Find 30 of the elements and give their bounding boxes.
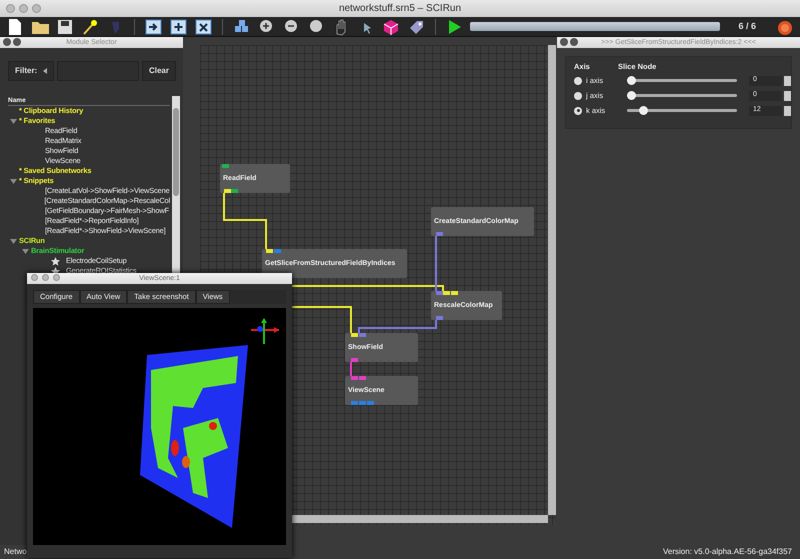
version-text: Version: v5.0-alpha.AE-56-ga34f357	[663, 546, 792, 558]
radio-button[interactable]	[574, 106, 582, 114]
expander-icon[interactable]	[10, 118, 17, 124]
slider-thumb[interactable]	[639, 106, 648, 115]
slider-thumb[interactable]	[627, 76, 636, 85]
caret-icon	[43, 68, 48, 74]
close-icon[interactable]	[194, 18, 213, 36]
scroll-bar[interactable]	[548, 45, 556, 515]
close-button[interactable]	[560, 38, 568, 46]
window-title: networkstuff.srn5 – SCIRun	[338, 3, 462, 14]
float-button[interactable]	[13, 38, 21, 46]
import-icon[interactable]	[144, 18, 163, 36]
radio-button[interactable]	[574, 92, 582, 100]
save-icon[interactable]	[56, 18, 75, 36]
progress-count: 6 / 6	[738, 20, 756, 33]
status-text: Netwo	[4, 546, 27, 558]
slider-thumb[interactable]	[627, 91, 636, 100]
expander-icon[interactable]	[22, 248, 29, 254]
add-icon[interactable]	[168, 18, 188, 36]
wand-icon[interactable]	[81, 18, 100, 36]
expander-icon[interactable]	[10, 238, 17, 244]
star-icon	[51, 256, 60, 266]
3d-viewport[interactable]	[33, 308, 286, 545]
cube-icon[interactable]	[382, 18, 401, 36]
clear-button[interactable]: Clear	[142, 61, 176, 81]
float-button[interactable]	[570, 38, 578, 46]
radio-button[interactable]	[574, 76, 582, 84]
close-button[interactable]	[3, 38, 11, 46]
expander-icon[interactable]	[10, 178, 17, 184]
filter-dropdown[interactable]: Filter:	[8, 61, 54, 81]
